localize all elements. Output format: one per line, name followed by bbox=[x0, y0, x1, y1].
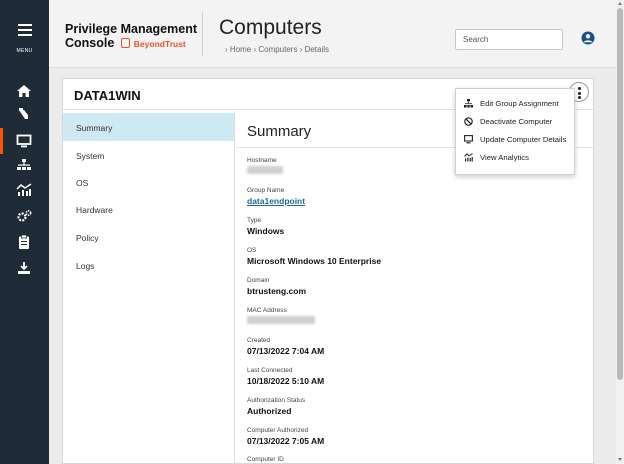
scrollbar-thumb[interactable] bbox=[617, 8, 623, 380]
mac-field: MAC Address bbox=[247, 307, 315, 324]
brand-line1: Privilege Management bbox=[65, 22, 197, 36]
computer-icon[interactable] bbox=[0, 128, 33, 154]
home-icon[interactable] bbox=[15, 82, 33, 100]
auth-status-label: Authorization Status bbox=[247, 397, 306, 404]
menu-label: MENU bbox=[16, 48, 33, 54]
deactivate-computer-label: Deactivate Computer bbox=[480, 117, 553, 126]
os-label: OS bbox=[247, 247, 257, 254]
update-computer-details-label: Update Computer Details bbox=[480, 135, 567, 144]
nav-system[interactable]: System bbox=[63, 141, 234, 169]
computer-authorized-value: 07/13/2022 7:05 AM bbox=[247, 436, 325, 446]
groups-icon[interactable] bbox=[15, 156, 33, 174]
clipboard-icon[interactable] bbox=[15, 233, 33, 251]
computer-name-title: DATA1WIN bbox=[74, 88, 141, 103]
computer-authorized-label: Computer Authorized bbox=[247, 427, 309, 434]
brand-logo-text: BeyondTrust bbox=[133, 39, 186, 49]
last-connected-field: Last Connected 10/18/2022 5:10 AM bbox=[247, 367, 324, 386]
app-header: Privilege Management Console BeyondTrust… bbox=[49, 0, 616, 68]
hamburger-icon bbox=[17, 24, 32, 36]
brand: Privilege Management Console BeyondTrust bbox=[65, 22, 197, 51]
computer-id-label: Computer ID bbox=[247, 456, 284, 463]
type-label: Type bbox=[247, 217, 262, 224]
auth-status-value: Authorized bbox=[247, 406, 292, 416]
search-input[interactable]: Search bbox=[455, 29, 563, 50]
hostname-label: Hostname bbox=[247, 157, 277, 164]
last-connected-value: 10/18/2022 5:10 AM bbox=[247, 376, 325, 386]
view-analytics-label: View Analytics bbox=[480, 153, 529, 162]
deactivate-computer-item[interactable]: Deactivate Computer bbox=[456, 113, 574, 131]
brand-line2: Console bbox=[65, 36, 115, 50]
scroll-down-icon[interactable] bbox=[618, 458, 622, 461]
nav-logs[interactable]: Logs bbox=[63, 251, 234, 279]
sitemap-icon bbox=[464, 99, 473, 108]
type-field: Type Windows bbox=[247, 217, 284, 236]
analytics-icon bbox=[464, 153, 473, 162]
os-value: Microsoft Windows 10 Enterprise bbox=[247, 256, 382, 266]
domain-field: Domain btrusteng.com bbox=[247, 277, 306, 296]
left-rail: MENU bbox=[0, 0, 49, 464]
header-divider bbox=[202, 12, 203, 56]
type-value: Windows bbox=[247, 226, 285, 236]
update-computer-details-item[interactable]: Update Computer Details bbox=[456, 131, 574, 149]
computer-authorized-field: Computer Authorized 07/13/2022 7:05 AM bbox=[247, 427, 324, 446]
nav-summary[interactable]: Summary bbox=[63, 113, 234, 141]
group-link[interactable]: data1endpoint bbox=[247, 196, 305, 206]
configuration-icon[interactable] bbox=[15, 207, 33, 225]
group-label: Group Name bbox=[247, 187, 285, 194]
download-icon[interactable] bbox=[15, 259, 33, 277]
details-nav: Summary System OS Hardware Policy Logs bbox=[63, 111, 235, 464]
last-connected-label: Last Connected bbox=[247, 367, 293, 374]
nav-os[interactable]: OS bbox=[63, 168, 234, 196]
created-value: 07/13/2022 7:04 AM bbox=[247, 346, 325, 356]
domain-label: Domain bbox=[247, 277, 270, 284]
edit-group-assignment-label: Edit Group Assignment bbox=[480, 99, 559, 108]
ban-icon bbox=[464, 117, 473, 126]
page-title: Computers bbox=[219, 16, 322, 39]
hostname-value-redacted bbox=[247, 166, 283, 174]
nav-hardware[interactable]: Hardware bbox=[63, 195, 234, 223]
monitor-icon bbox=[464, 135, 473, 144]
analytics-icon[interactable] bbox=[15, 181, 33, 199]
os-field: OS Microsoft Windows 10 Enterprise bbox=[247, 247, 381, 266]
edit-group-assignment-item[interactable]: Edit Group Assignment bbox=[456, 95, 574, 113]
page-scrollbar[interactable] bbox=[616, 0, 624, 464]
computer-id-field: Computer ID bbox=[247, 456, 284, 463]
created-label: Created bbox=[247, 337, 271, 344]
policy-icon[interactable] bbox=[15, 105, 33, 123]
beyondtrust-logo-icon bbox=[120, 38, 130, 48]
breadcrumb[interactable]: › Home › Computers › Details bbox=[225, 45, 329, 54]
summary-title: Summary bbox=[247, 123, 312, 140]
hostname-field: Hostname bbox=[247, 157, 283, 174]
auth-status-field: Authorization Status Authorized bbox=[247, 397, 305, 416]
mac-label: MAC Address bbox=[247, 307, 287, 314]
created-field: Created 07/13/2022 7:04 AM bbox=[247, 337, 324, 356]
mac-value-redacted bbox=[247, 316, 315, 324]
group-field: Group Name data1endpoint bbox=[247, 187, 305, 206]
nav-policy[interactable]: Policy bbox=[63, 223, 234, 251]
user-icon[interactable] bbox=[581, 31, 595, 45]
view-analytics-item[interactable]: View Analytics bbox=[456, 149, 574, 167]
domain-value: btrusteng.com bbox=[247, 286, 307, 296]
actions-dropdown: Edit Group Assignment Deactivate Compute… bbox=[455, 88, 575, 175]
menu-button[interactable]: MENU bbox=[0, 24, 49, 57]
scroll-up-icon[interactable] bbox=[618, 2, 622, 5]
